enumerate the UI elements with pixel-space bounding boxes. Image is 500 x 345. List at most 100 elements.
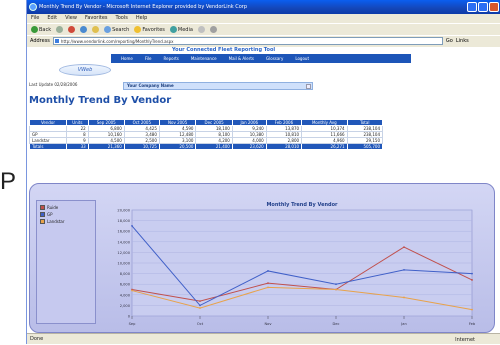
print-button[interactable] — [209, 26, 217, 33]
y-tick-label: 16,000 — [117, 230, 130, 234]
y-tick-label: 18,000 — [117, 219, 130, 223]
address-label: Address — [30, 37, 50, 44]
menu-bar: File Edit View Favorites Tools Help — [27, 14, 500, 23]
stop-button[interactable] — [68, 26, 76, 33]
media-button[interactable]: Media — [169, 24, 193, 36]
back-button[interactable]: Back — [31, 24, 51, 36]
y-tick-label: 4,000 — [120, 293, 131, 297]
refresh-button[interactable] — [80, 26, 88, 33]
x-tick-label: Feb — [469, 322, 476, 326]
toolbar: Back Search Favorites Media — [27, 23, 500, 35]
data-point — [335, 283, 337, 286]
menu-tools[interactable]: Tools — [116, 14, 128, 23]
x-tick-label: Jan — [400, 322, 407, 326]
table-cell: 20,500 — [158, 143, 197, 150]
table-cell: 33 — [65, 143, 89, 150]
y-tick-label: 8,000 — [120, 272, 131, 276]
legend-label: GP — [47, 212, 53, 217]
data-point — [471, 308, 473, 311]
stop-icon — [68, 26, 76, 33]
line-chart: Monthly Trend By Vendor 20,000 18,000 16,00… — [117, 202, 476, 326]
legend-label: Ruide — [47, 205, 59, 210]
nav-glossary[interactable]: Glossary — [266, 54, 283, 63]
table-cell: 28,010 — [265, 143, 303, 150]
menu-file[interactable]: File — [31, 14, 39, 23]
menu-help[interactable]: Help — [136, 14, 147, 23]
chart-legend: Ruide GP Landstar — [36, 200, 96, 324]
x-tick-label: Oct — [197, 322, 204, 326]
legend-swatch — [40, 212, 45, 217]
company-select-value: Your Company Name — [127, 83, 174, 88]
forward-button[interactable] — [56, 26, 64, 33]
nav-home[interactable]: Home — [121, 54, 133, 63]
table-cell: Totals — [29, 143, 67, 150]
nav-mail-alerts[interactable]: Mail & Alerts — [229, 54, 254, 63]
site-logo: VWeb — [59, 64, 111, 76]
chart-title: Monthly Trend By Vendor — [266, 202, 338, 208]
links-button[interactable]: Links — [456, 36, 469, 47]
maximize-button[interactable] — [478, 2, 488, 12]
y-tick-label: 6,000 — [120, 283, 131, 287]
favorites-button[interactable]: Favorites — [134, 24, 165, 36]
back-arrow-icon — [31, 26, 38, 33]
menu-edit[interactable]: Edit — [47, 14, 57, 23]
minimize-button[interactable] — [467, 2, 477, 12]
side-letter: P — [0, 168, 17, 195]
data-point — [471, 272, 473, 275]
title-bar: Monthly Trend By Vendor - Microsoft Inte… — [27, 0, 500, 14]
chart-panel: Ruide GP Landstar Monthly Trend By Vendo… — [29, 183, 495, 333]
window-title: Monthly Trend By Vendor - Microsoft Inte… — [39, 4, 248, 10]
data-point — [199, 307, 201, 309]
nav-file[interactable]: File — [145, 54, 152, 63]
refresh-icon — [80, 26, 88, 33]
last-update: Last Update 02/28/2006 — [29, 82, 78, 87]
nav-logout[interactable]: Logout — [295, 54, 309, 63]
table-total-row: Totals 33 21,360 10,725 20,500 21,400 23… — [29, 143, 384, 150]
table-cell: 26,271 — [301, 143, 348, 150]
legend-item: GP — [40, 211, 92, 218]
y-tick-label: 0 — [128, 315, 131, 319]
ie-icon — [29, 3, 37, 11]
top-nav: Home File Reports Maintenance Mail & Ale… — [111, 54, 411, 63]
data-point — [131, 225, 133, 227]
page-content: Your Connected Fleet Reporting Tool Home… — [27, 47, 500, 333]
x-tick-label: Dec — [333, 322, 340, 326]
data-point — [267, 286, 269, 289]
nav-maintenance[interactable]: Maintenance — [191, 54, 217, 63]
chevron-down-icon — [306, 84, 311, 89]
legend-label: Landstar — [47, 219, 65, 224]
table-cell: 505,700 — [346, 143, 384, 150]
menu-favorites[interactable]: Favorites — [85, 14, 108, 23]
x-tick-label: Sep — [129, 322, 136, 326]
x-tick-label: Nov — [264, 322, 272, 326]
company-select[interactable]: Your Company Name — [123, 82, 313, 90]
table-cell: 10,725 — [123, 143, 160, 150]
star-icon — [134, 26, 142, 33]
y-tick-label: 14,000 — [117, 240, 130, 244]
home-icon — [92, 26, 100, 33]
data-point — [131, 289, 133, 292]
status-text: Done — [30, 336, 44, 342]
address-bar: Address http://www.vendorlink.com/report… — [27, 35, 500, 46]
vendor-table: Vendor Units Sep 2005 Oct 2005 Nov 2005 … — [29, 119, 384, 150]
nav-reports[interactable]: Reports — [164, 54, 179, 63]
data-point — [267, 282, 269, 285]
mail-icon — [197, 26, 205, 33]
address-input[interactable]: http://www.vendorlink.com/reporting/Mont… — [52, 37, 443, 45]
y-tick-label: 10,000 — [117, 262, 130, 266]
data-point — [471, 279, 473, 281]
legend-item: Landstar — [40, 218, 92, 225]
mail-button[interactable] — [197, 26, 205, 33]
close-button[interactable] — [489, 2, 499, 12]
legend-swatch — [40, 205, 45, 210]
search-button[interactable]: Search — [104, 24, 129, 36]
banner-title: Your Connected Fleet Reporting Tool — [172, 47, 276, 53]
data-point — [403, 268, 405, 271]
page-title: Monthly Trend By Vendor — [29, 95, 172, 106]
search-icon — [104, 26, 112, 33]
menu-view[interactable]: View — [65, 14, 77, 23]
go-button[interactable]: Go — [446, 36, 453, 47]
table-cell: 21,360 — [87, 143, 125, 150]
home-button[interactable] — [92, 26, 100, 33]
legend-swatch — [40, 219, 45, 224]
